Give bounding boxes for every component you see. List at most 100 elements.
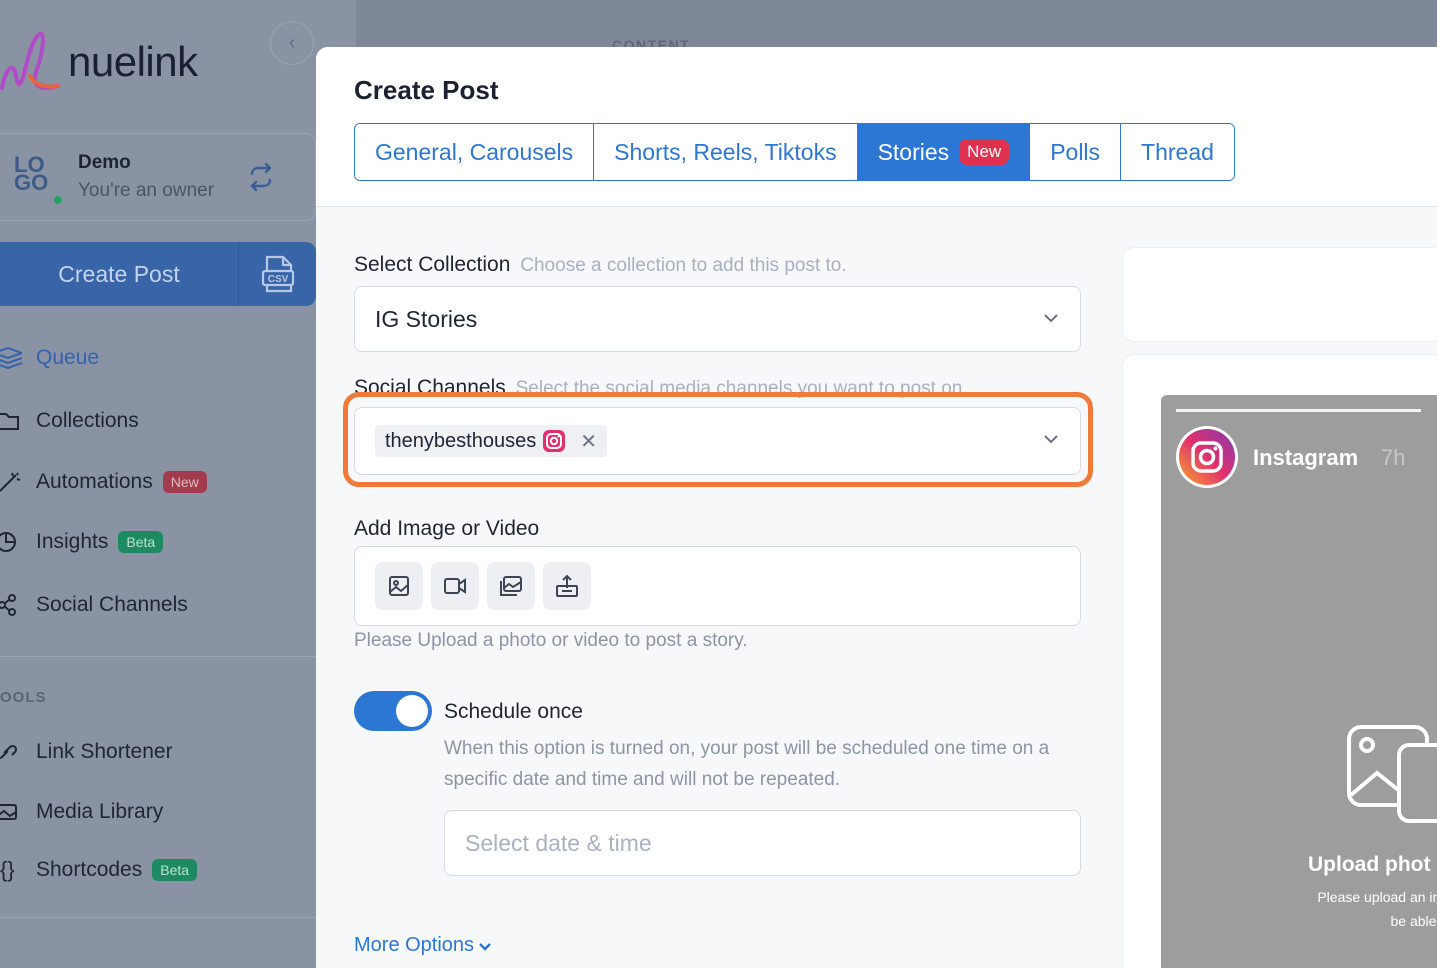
beta-badge: Beta bbox=[152, 859, 198, 881]
chevron-down-icon bbox=[1044, 435, 1058, 444]
tab-stories[interactable]: Stories New bbox=[857, 124, 1031, 180]
instagram-avatar-icon bbox=[1176, 426, 1238, 488]
tab-shorts-reels-tiktoks[interactable]: Shorts, Reels, Tiktoks bbox=[594, 124, 858, 180]
channel-chip-label: thenybesthouses bbox=[385, 429, 537, 452]
upload-subtitle-line: Please upload an ima bbox=[1317, 889, 1437, 905]
remove-channel-icon[interactable]: ✕ bbox=[580, 429, 597, 454]
create-post-modal: Create Post General, Carousels Shorts, R… bbox=[316, 47, 1437, 968]
channels-select[interactable]: thenybesthouses ✕ bbox=[354, 407, 1081, 475]
gallery-icon bbox=[500, 576, 522, 596]
media-helper-text: Please Upload a photo or video to post a… bbox=[354, 630, 748, 651]
collection-label-text: Select Collection bbox=[354, 253, 511, 276]
collection-label: Select Collection Choose a collection to… bbox=[354, 253, 847, 277]
sidebar-item-collections[interactable]: Collections bbox=[0, 401, 139, 441]
tab-label: Stories bbox=[877, 138, 950, 165]
channels-hint: Select the social media channels you wan… bbox=[515, 378, 963, 399]
collection-hint: Choose a collection to add this post to. bbox=[520, 255, 847, 276]
pie-chart-icon bbox=[0, 530, 36, 554]
toggle-knob bbox=[396, 695, 428, 727]
sidebar-divider bbox=[0, 656, 316, 657]
new-badge: New bbox=[162, 471, 207, 493]
story-progress-bar bbox=[1176, 409, 1421, 412]
modal-title: Create Post bbox=[354, 75, 499, 105]
sidebar-item-queue[interactable]: Queue bbox=[0, 338, 99, 378]
tab-thread[interactable]: Thread bbox=[1121, 124, 1234, 180]
folder-icon bbox=[0, 409, 36, 433]
nuelink-logo-icon bbox=[0, 32, 60, 91]
tab-polls[interactable]: Polls bbox=[1030, 124, 1122, 180]
tab-label: Thread bbox=[1141, 138, 1214, 165]
modal-header: Create Post General, Carousels Shorts, R… bbox=[316, 47, 1437, 207]
link-icon bbox=[0, 740, 36, 764]
account-role: You're an owner bbox=[78, 180, 215, 201]
add-image-button[interactable] bbox=[375, 562, 423, 610]
account-switcher[interactable]: LO GO Demo You're an owner bbox=[0, 133, 316, 221]
tab-label: Shorts, Reels, Tiktoks bbox=[614, 138, 837, 165]
schedule-once-title: Schedule once bbox=[444, 700, 583, 723]
story-preview: Instagram 7h Upload phot Please upload a… bbox=[1161, 395, 1437, 968]
sidebar-create-post-button[interactable]: Create Post CSV bbox=[0, 242, 316, 306]
preview-timestamp: 7h bbox=[1381, 445, 1406, 470]
upload-button[interactable] bbox=[543, 562, 591, 610]
add-video-button[interactable] bbox=[431, 562, 479, 610]
more-options-toggle[interactable]: More Options bbox=[354, 934, 496, 957]
images-icon bbox=[0, 800, 36, 824]
new-badge: New bbox=[959, 139, 1010, 165]
media-library-button[interactable] bbox=[487, 562, 535, 610]
channels-label-text: Social Channels bbox=[354, 376, 506, 399]
braces-icon: {} bbox=[0, 857, 15, 882]
date-time-input[interactable] bbox=[444, 810, 1081, 876]
media-uploader bbox=[354, 546, 1081, 626]
sidebar: nuelink ‹ LO GO Demo You're an owner Cre… bbox=[0, 0, 356, 968]
sidebar-item-label: Queue bbox=[36, 346, 100, 369]
collapse-sidebar-button[interactable]: ‹ bbox=[270, 21, 314, 65]
svg-text:CSV: CSV bbox=[267, 274, 288, 285]
video-icon bbox=[444, 578, 466, 594]
sidebar-item-media-library[interactable]: Media Library bbox=[0, 792, 163, 832]
schedule-once-description: When this option is turned on, your post… bbox=[444, 738, 1050, 790]
sidebar-item-social-channels[interactable]: Social Channels bbox=[0, 585, 188, 625]
magic-wand-icon bbox=[0, 470, 36, 494]
image-icon bbox=[389, 576, 409, 596]
switch-account-icon[interactable] bbox=[246, 162, 276, 192]
sidebar-item-insights[interactable]: Insights Beta bbox=[0, 522, 164, 562]
tab-label: General, Carousels bbox=[375, 138, 574, 165]
sidebar-item-shortcodes[interactable]: {} Shortcodes Beta bbox=[0, 850, 198, 890]
schedule-once-toggle[interactable] bbox=[354, 691, 432, 731]
sidebar-item-label: Shortcodes bbox=[36, 858, 143, 881]
channel-chip: thenybesthouses ✕ bbox=[375, 425, 607, 457]
preview-platform-name: Instagram bbox=[1253, 445, 1359, 470]
upload-title: Upload phot bbox=[1308, 853, 1431, 876]
preview-header-card bbox=[1122, 247, 1437, 342]
chevron-left-icon: ‹ bbox=[288, 31, 296, 54]
tab-general-carousels[interactable]: General, Carousels bbox=[355, 124, 595, 180]
channels-label: Social Channels Select the social media … bbox=[354, 376, 962, 400]
create-post-label: Create Post bbox=[58, 260, 180, 287]
sidebar-item-automations[interactable]: Automations New bbox=[0, 462, 207, 502]
chevron-down-icon bbox=[1044, 314, 1058, 323]
brand-name: nuelink bbox=[68, 38, 198, 85]
collection-select[interactable]: IG Stories bbox=[354, 286, 1081, 352]
collection-value: IG Stories bbox=[375, 305, 478, 332]
chevron-down-icon bbox=[479, 942, 491, 951]
upload-icon bbox=[556, 574, 578, 597]
post-type-tabs: General, Carousels Shorts, Reels, Tiktok… bbox=[354, 123, 1235, 181]
csv-import-button[interactable]: CSV bbox=[238, 242, 316, 306]
sidebar-divider bbox=[0, 917, 316, 918]
upload-subtitle: Please upload an ima be able to bbox=[1292, 885, 1437, 933]
csv-file-icon: CSV bbox=[261, 255, 294, 293]
sidebar-item-label: Insights bbox=[36, 530, 109, 553]
upload-subtitle-line: be able to bbox=[1390, 913, 1437, 929]
sidebar-item-label: Link Shortener bbox=[36, 740, 173, 763]
sidebar-item-link-shortener[interactable]: Link Shortener bbox=[0, 732, 173, 772]
account-logo-text: LO GO bbox=[14, 152, 49, 195]
sidebar-item-label: Automations bbox=[36, 470, 153, 493]
brand-logo[interactable]: nuelink bbox=[0, 26, 198, 98]
sidebar-item-label: Media Library bbox=[36, 800, 164, 823]
tab-label: Polls bbox=[1050, 138, 1101, 165]
account-avatar: LO GO bbox=[14, 152, 64, 206]
images-placeholder-icon bbox=[1347, 725, 1437, 823]
share-icon bbox=[0, 593, 36, 617]
more-options-label: More Options bbox=[354, 934, 475, 956]
beta-badge: Beta bbox=[118, 531, 164, 553]
